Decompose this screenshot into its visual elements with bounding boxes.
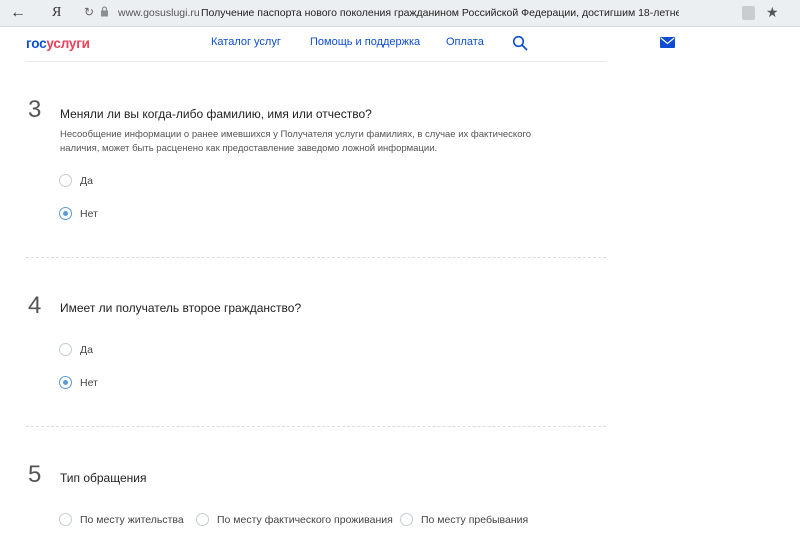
question-number: 3 — [28, 96, 42, 123]
nav-catalog[interactable]: Каталог услуг — [211, 36, 281, 48]
search-icon[interactable] — [512, 35, 528, 51]
reload-icon[interactable]: ↻ — [84, 5, 94, 19]
radio-label: По месту жительства — [80, 513, 184, 526]
site-header: госуслуги Каталог услуг Помощь и поддерж… — [0, 27, 800, 61]
radio-button[interactable] — [59, 513, 72, 526]
section-divider — [26, 426, 606, 427]
radio-label: По месту пребывания — [421, 513, 529, 526]
radio-button-selected[interactable] — [59, 376, 72, 389]
question-title: Тип обращения — [60, 471, 147, 485]
radio-option-no[interactable]: Нет — [59, 376, 98, 389]
mail-icon[interactable] — [660, 37, 675, 48]
radio-label: По месту фактического проживания — [217, 513, 393, 526]
question-title: Имеет ли получатель второе гражданство? — [60, 301, 302, 315]
browser-bar: ← Я ↻ www.gosuslugi.ru Получение паспорт… — [0, 0, 800, 27]
radio-option-residence[interactable]: По месту жительства — [59, 513, 184, 526]
nav-help[interactable]: Помощь и поддержка — [310, 36, 420, 48]
question-number: 5 — [28, 461, 42, 488]
radio-button[interactable] — [59, 174, 72, 187]
question-title: Меняли ли вы когда-либо фамилию, имя или… — [60, 107, 372, 121]
radio-label: Нет — [80, 207, 98, 220]
radio-button[interactable] — [400, 513, 413, 526]
radio-button-selected[interactable] — [59, 207, 72, 220]
nav-payment[interactable]: Оплата — [446, 36, 484, 48]
extension-icon[interactable] — [742, 6, 755, 20]
question-number: 4 — [28, 292, 42, 319]
radio-option-actual-residence[interactable]: По месту фактического проживания — [196, 513, 393, 526]
yandex-icon[interactable]: Я — [52, 5, 61, 21]
radio-label: Да — [80, 174, 93, 187]
gosuslugi-logo[interactable]: госуслуги — [26, 36, 90, 51]
header-divider — [26, 61, 606, 62]
section-divider — [26, 257, 606, 258]
address-bar-url[interactable]: www.gosuslugi.ru — [118, 7, 200, 19]
radio-option-no[interactable]: Нет — [59, 207, 98, 220]
lock-icon — [101, 6, 108, 17]
radio-label: Да — [80, 343, 93, 356]
radio-option-yes[interactable]: Да — [59, 174, 93, 187]
back-arrow-icon[interactable]: ← — [10, 4, 26, 22]
radio-button[interactable] — [59, 343, 72, 356]
radio-label: Нет — [80, 376, 98, 389]
radio-button[interactable] — [196, 513, 209, 526]
question-description: Несообщение информации о ранее имевшихся… — [60, 129, 532, 154]
radio-option-stay[interactable]: По месту пребывания — [400, 513, 528, 526]
radio-option-yes[interactable]: Да — [59, 343, 93, 356]
page-tab-title: Получение паспорта нового поколения граж… — [201, 7, 679, 19]
logo-part-gos: гос — [26, 36, 47, 51]
star-icon[interactable]: ★ — [766, 4, 779, 21]
logo-part-uslugi: услуги — [46, 36, 90, 51]
